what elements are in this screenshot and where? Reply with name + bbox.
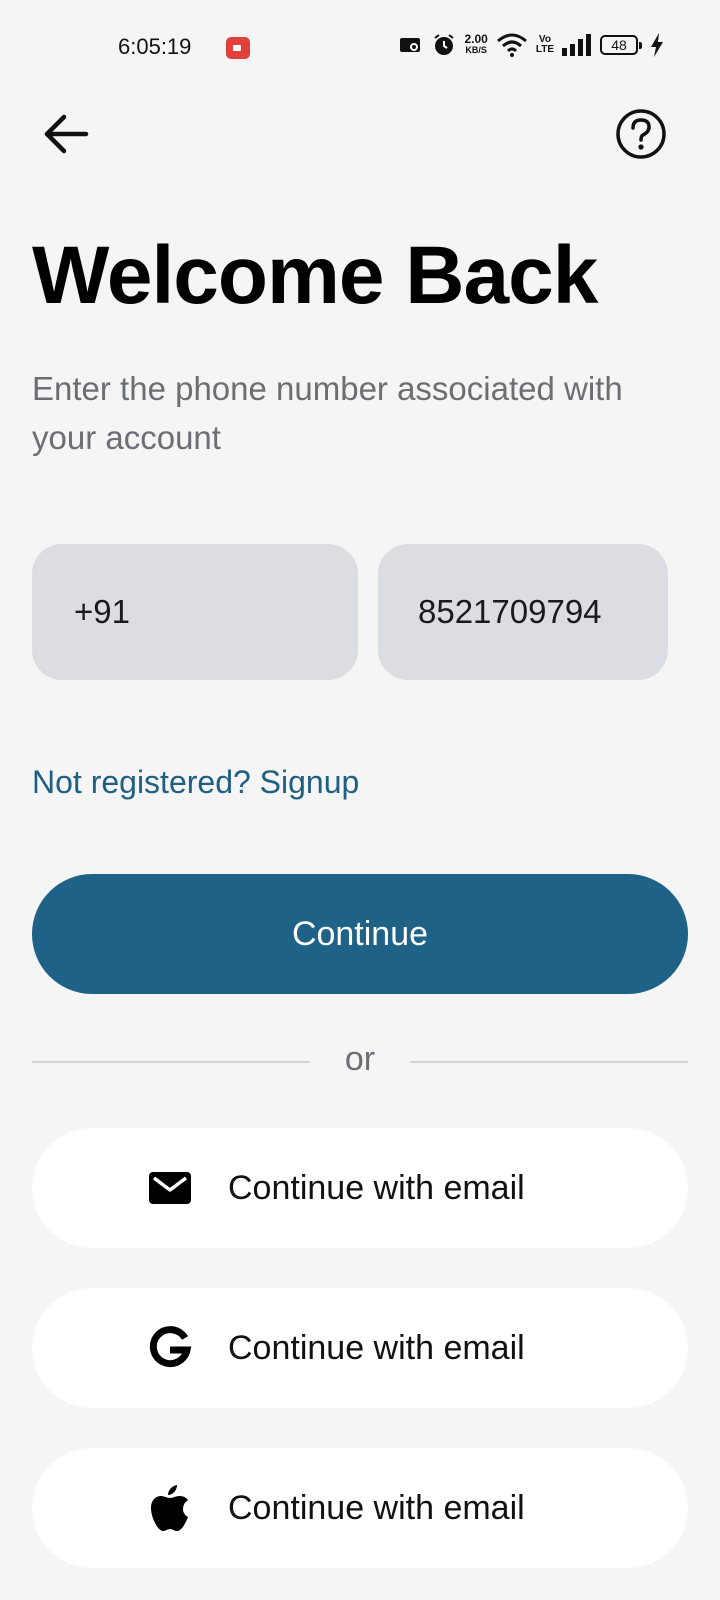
wifi-icon: [496, 33, 527, 57]
continue-with-email-label: Continue with email: [228, 1168, 525, 1207]
divider-text: or: [344, 1040, 376, 1078]
google-icon: [146, 1324, 194, 1372]
net-speed: 2.00 KB/S: [464, 32, 488, 56]
continue-with-apple-label: Continue with email: [228, 1488, 525, 1527]
battery-icon: 48: [600, 35, 642, 55]
continue-button[interactable]: Continue: [32, 874, 688, 994]
country-code-field[interactable]: +91: [32, 544, 358, 680]
screen-record-icon: [226, 37, 250, 59]
continue-with-google-button[interactable]: Continue with email: [32, 1288, 688, 1408]
back-arrow-icon: [44, 114, 89, 154]
charging-icon: [651, 33, 663, 57]
help-button[interactable]: [613, 106, 669, 162]
page-title: Welcome Back: [32, 230, 598, 321]
divider-left: [32, 1061, 310, 1063]
status-bar: 6:05:19 2.00 KB/S Vo LTE 48: [0, 0, 720, 96]
continue-with-google-label: Continue with email: [228, 1328, 525, 1367]
continue-button-label: Continue: [291, 914, 429, 953]
continue-with-email-button[interactable]: Continue with email: [32, 1128, 688, 1248]
apple-icon: [146, 1484, 194, 1532]
signup-link[interactable]: Not registered? Signup: [32, 764, 359, 801]
page-subtitle: Enter the phone number associated with y…: [32, 370, 623, 456]
volte-bottom: LTE: [535, 44, 554, 55]
alarm-icon: [434, 34, 455, 55]
cast-icon: [400, 38, 421, 52]
status-icons: 2.00 KB/S Vo LTE 48: [398, 32, 664, 58]
phone-number-value: 8521709794: [418, 593, 602, 630]
mail-icon: [146, 1164, 194, 1212]
net-speed-value: 2.00: [464, 32, 488, 46]
back-button[interactable]: [38, 106, 94, 162]
phone-number-field[interactable]: 8521709794: [378, 544, 668, 680]
divider-right: [410, 1061, 688, 1063]
country-code-value: +91: [74, 593, 130, 630]
net-speed-unit: KB/S: [465, 45, 487, 55]
status-time: 6:05:19: [118, 34, 192, 59]
continue-with-apple-button[interactable]: Continue with email: [32, 1448, 688, 1568]
volte-indicator: Vo LTE: [536, 35, 554, 55]
help-icon: [616, 109, 666, 159]
signal-icon: [562, 34, 591, 56]
